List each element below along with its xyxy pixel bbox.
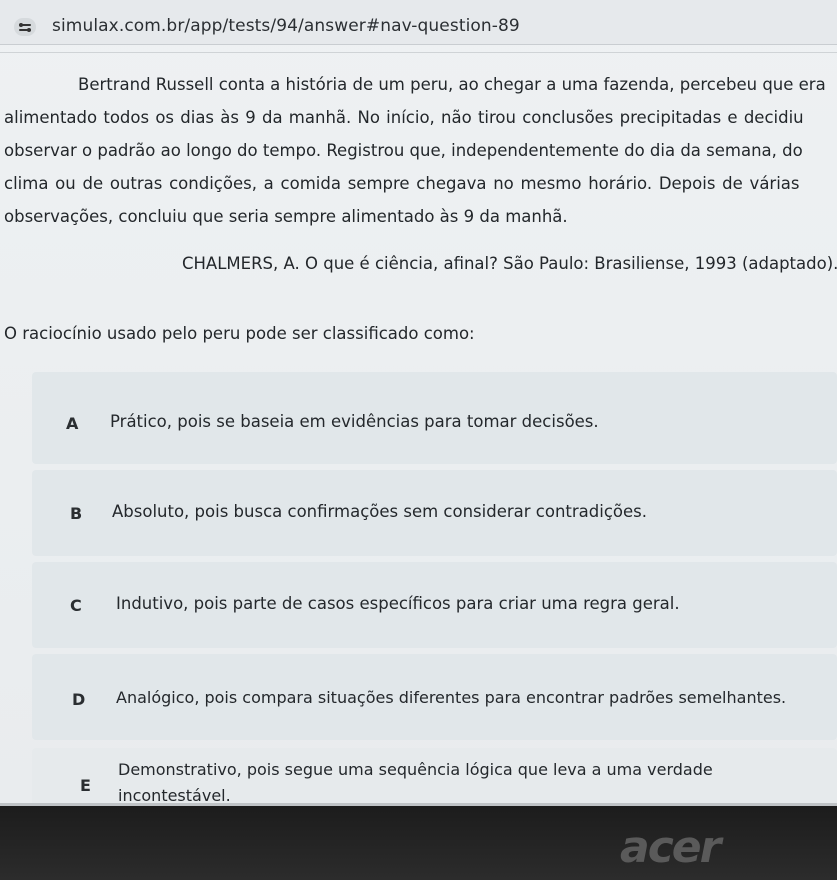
option-text: Analógico, pois compara situações difere… xyxy=(116,688,787,707)
passage-line: observar o padrão ao longo do tempo. Reg… xyxy=(4,141,803,160)
passage-line: alimentado todos os dias às 9 da manhã. … xyxy=(4,108,804,127)
slider-bar-bottom xyxy=(19,27,31,32)
option-d[interactable]: D Analógico, pois compara situações dife… xyxy=(32,654,837,740)
option-letter: D xyxy=(72,690,86,709)
option-c[interactable]: C Indutivo, pois parte de casos específi… xyxy=(32,562,837,648)
source-citation: CHALMERS, A. O que é ciência, afinal? Sã… xyxy=(182,254,837,273)
option-a[interactable]: A Prático, pois se baseia em evidências … xyxy=(32,372,837,464)
passage-line: Bertrand Russell conta a história de um … xyxy=(78,75,826,94)
url-text[interactable]: simulax.com.br/app/tests/94/answer#nav-q… xyxy=(52,16,520,36)
passage-line: clima ou de outras condições, a comida s… xyxy=(4,174,800,193)
option-b[interactable]: B Absoluto, pois busca confirmações sem … xyxy=(32,470,837,556)
address-bar[interactable]: simulax.com.br/app/tests/94/answer#nav-q… xyxy=(0,0,837,45)
option-text: Demonstrativo, pois segue uma sequência … xyxy=(118,760,713,779)
option-letter: A xyxy=(66,414,79,433)
tune-settings-icon[interactable] xyxy=(14,18,36,36)
option-letter: B xyxy=(70,504,83,523)
option-text: Absoluto, pois busca confirmações sem co… xyxy=(112,502,647,521)
header-divider xyxy=(0,52,837,53)
acer-logo: acer xyxy=(620,822,721,873)
option-letter: C xyxy=(70,596,82,615)
question-prompt: O raciocínio usado pelo peru pode ser cl… xyxy=(4,324,475,343)
passage-line: observações, concluiu que seria sempre a… xyxy=(4,207,568,226)
slider-bar-top xyxy=(19,22,31,27)
option-text: Indutivo, pois parte de casos específico… xyxy=(116,594,680,613)
option-letter: E xyxy=(80,776,91,795)
option-e[interactable]: E Demonstrativo, pois segue uma sequênci… xyxy=(32,748,837,805)
question-passage: Bertrand Russell conta a história de um … xyxy=(0,68,837,233)
option-text: Prático, pois se baseia em evidências pa… xyxy=(110,412,599,431)
browser-screen: simulax.com.br/app/tests/94/answer#nav-q… xyxy=(0,0,837,805)
